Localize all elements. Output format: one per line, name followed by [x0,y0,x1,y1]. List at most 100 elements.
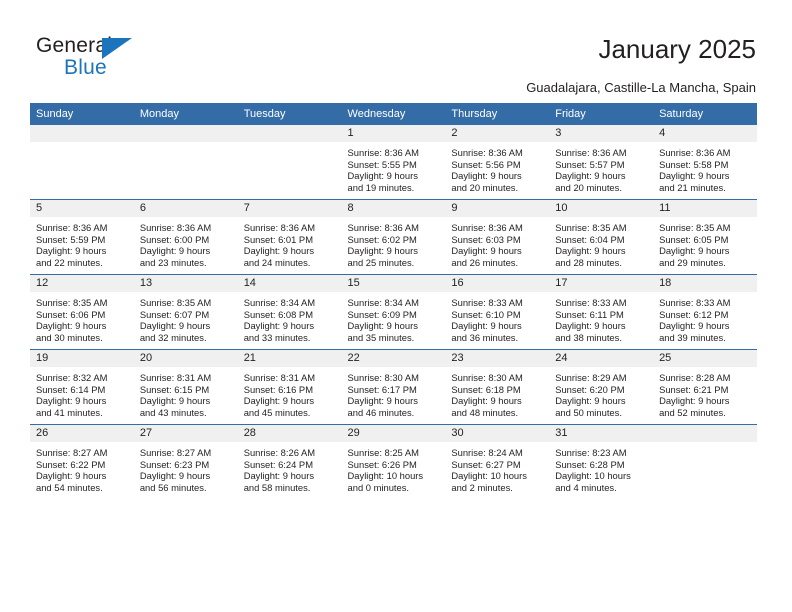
daylight-text-line2: and 2 minutes. [451,481,513,493]
day-number: 11 [653,200,757,217]
calendar-day-cell[interactable]: 21 Sunrise: 8:31 AM Sunset: 6:16 PM Dayligh… [237,349,342,425]
daylight-text-line2: and 58 minutes. [243,481,311,493]
day-cell-inner: 7 Sunrise: 8:36 AM Sunset: 6:01 PM Daylight… [237,200,342,274]
day-number: 5 [30,200,134,217]
daylight-text-line1: Daylight: 9 hours [555,320,626,332]
calendar-day-cell[interactable]: 6 Sunrise: 8:36 AM Sunset: 6:00 PM Daylight… [133,199,238,275]
calendar-header-row: Sunday Monday Tuesday Wednesday Thursday… [30,103,757,125]
general-blue-logo[interactable]: General Blue [36,34,156,82]
calendar-day-cell[interactable]: 5 Sunrise: 8:36 AM Sunset: 5:59 PM Daylight… [30,199,134,275]
sunrise-text: Sunrise: 8:29 AM [555,372,627,383]
daylight-text-line2: and 32 minutes. [139,331,207,343]
calendar-day-cell[interactable] [653,424,757,499]
sunset-text: Sunset: 6:10 PM [451,308,521,320]
day-cell-inner [133,125,238,199]
day-number: 21 [237,350,342,367]
calendar-day-cell[interactable]: 19 Sunrise: 8:32 AM Sunset: 6:14 PM Dayligh… [30,349,134,425]
daylight-text-line2: and 41 minutes. [36,406,103,418]
calendar-day-cell[interactable]: 17 Sunrise: 8:33 AM Sunset: 6:11 PM Dayligh… [549,274,654,350]
day-number: 3 [549,125,654,142]
sunset-text: Sunset: 6:18 PM [451,383,521,395]
calendar-day-cell[interactable]: 29 Sunrise: 8:25 AM Sunset: 6:26 PM Dayligh… [341,424,446,499]
day-cell-inner: 4 Sunrise: 8:36 AM Sunset: 5:58 PM Daylight… [653,125,757,199]
sunset-text: Sunset: 6:14 PM [36,383,106,395]
daylight-text-line2: and 39 minutes. [659,331,726,343]
calendar-day-cell[interactable]: 27 Sunrise: 8:27 AM Sunset: 6:23 PM Dayligh… [133,424,238,499]
daylight-text-line2: and 25 minutes. [347,256,415,268]
day-cell-inner: 10 Sunrise: 8:35 AM Sunset: 6:04 PM Dayligh… [549,200,654,274]
day-cell-inner: 1 Sunrise: 8:36 AM Sunset: 5:55 PM Daylight… [341,125,446,199]
day-number [30,125,134,142]
sunrise-text: Sunrise: 8:36 AM [347,222,419,233]
sunrise-text: Sunrise: 8:28 AM [659,372,731,383]
day-number: 19 [30,350,134,367]
day-details [238,142,342,147]
logo-text-general: General [36,34,113,57]
calendar-day-cell[interactable]: 12 Sunrise: 8:35 AM Sunset: 6:06 PM Dayligh… [30,274,134,350]
day-cell-inner: 30 Sunrise: 8:24 AM Sunset: 6:27 PM Dayligh… [445,425,550,499]
calendar-day-cell[interactable] [30,124,134,200]
daylight-text-line2: and 35 minutes. [347,331,415,343]
daylight-text-line2: and 24 minutes. [243,256,311,268]
calendar-day-cell[interactable]: 7 Sunrise: 8:36 AM Sunset: 6:01 PM Daylight… [237,199,342,275]
calendar-day-cell[interactable]: 16 Sunrise: 8:33 AM Sunset: 6:10 PM Dayligh… [445,274,550,350]
calendar-day-cell[interactable]: 23 Sunrise: 8:30 AM Sunset: 6:18 PM Dayligh… [445,349,550,425]
calendar-day-cell[interactable]: 26 Sunrise: 8:27 AM Sunset: 6:22 PM Dayligh… [30,424,134,499]
calendar-day-cell[interactable]: 1 Sunrise: 8:36 AM Sunset: 5:55 PM Daylight… [341,124,446,200]
day-number: 20 [133,350,238,367]
day-number: 4 [653,125,757,142]
sunrise-text: Sunrise: 8:26 AM [243,447,316,458]
daylight-text-line2: and 36 minutes. [451,331,519,343]
calendar-day-cell[interactable]: 9 Sunrise: 8:36 AM Sunset: 6:03 PM Daylight… [445,199,550,275]
calendar-day-cell[interactable]: 28 Sunrise: 8:26 AM Sunset: 6:24 PM Dayligh… [237,424,342,499]
day-cell-inner: 15 Sunrise: 8:34 AM Sunset: 6:09 PM Dayligh… [341,275,446,349]
calendar-day-cell[interactable]: 2 Sunrise: 8:36 AM Sunset: 5:56 PM Daylight… [445,124,550,200]
day-cell-inner: 3 Sunrise: 8:36 AM Sunset: 5:57 PM Daylight… [549,125,654,199]
calendar-week-row: 5 Sunrise: 8:36 AM Sunset: 5:59 PM Daylight… [30,199,757,275]
calendar-day-cell[interactable]: 11 Sunrise: 8:35 AM Sunset: 6:05 PM Dayligh… [653,199,757,275]
calendar-day-cell[interactable]: 24 Sunrise: 8:29 AM Sunset: 6:20 PM Dayligh… [549,349,654,425]
calendar-week-row: 26 Sunrise: 8:27 AM Sunset: 6:22 PM Dayligh… [30,424,757,499]
calendar-day-cell[interactable]: 14 Sunrise: 8:34 AM Sunset: 6:08 PM Dayligh… [237,274,342,350]
daylight-text-line1: Daylight: 9 hours [451,245,522,257]
day-number: 27 [133,425,238,442]
calendar-day-cell[interactable]: 31 Sunrise: 8:23 AM Sunset: 6:28 PM Dayligh… [549,424,654,499]
sunrise-text: Sunrise: 8:27 AM [36,447,108,458]
calendar-day-cell[interactable]: 3 Sunrise: 8:36 AM Sunset: 5:57 PM Daylight… [549,124,654,200]
calendar-day-cell[interactable]: 8 Sunrise: 8:36 AM Sunset: 6:02 PM Daylight… [341,199,446,275]
calendar-day-cell[interactable]: 30 Sunrise: 8:24 AM Sunset: 6:27 PM Dayligh… [445,424,550,499]
sunset-text: Sunset: 6:06 PM [36,308,106,320]
sunset-text: Sunset: 5:59 PM [36,233,106,245]
calendar-day-cell[interactable]: 20 Sunrise: 8:31 AM Sunset: 6:15 PM Dayligh… [133,349,238,425]
day-details: Sunrise: 8:31 AM Sunset: 6:15 PM Daylight:… [134,367,238,418]
sunrise-text: Sunrise: 8:27 AM [139,447,212,458]
calendar-day-cell[interactable]: 18 Sunrise: 8:33 AM Sunset: 6:12 PM Dayligh… [653,274,757,350]
day-cell-inner: 11 Sunrise: 8:35 AM Sunset: 6:05 PM Dayligh… [653,200,757,274]
day-details: Sunrise: 8:30 AM Sunset: 6:18 PM Daylight:… [445,367,549,418]
daylight-text-line1: Daylight: 9 hours [36,245,107,257]
calendar-day-cell[interactable]: 22 Sunrise: 8:30 AM Sunset: 6:17 PM Dayligh… [341,349,446,425]
calendar-day-cell[interactable]: 25 Sunrise: 8:28 AM Sunset: 6:21 PM Dayligh… [653,349,757,425]
calendar-day-cell[interactable]: 4 Sunrise: 8:36 AM Sunset: 5:58 PM Daylight… [653,124,757,200]
calendar-day-cell[interactable] [237,124,342,200]
daylight-text-line1: Daylight: 9 hours [347,170,418,182]
daylight-text-line1: Daylight: 10 hours [347,470,424,482]
daylight-text-line2: and 20 minutes. [451,181,519,193]
day-cell-inner: 28 Sunrise: 8:26 AM Sunset: 6:24 PM Dayligh… [237,425,342,499]
day-number: 31 [549,425,654,442]
day-details: Sunrise: 8:36 AM Sunset: 6:03 PM Daylight:… [445,217,549,268]
calendar-day-cell[interactable]: 15 Sunrise: 8:34 AM Sunset: 6:09 PM Dayligh… [341,274,446,350]
day-number: 28 [237,425,342,442]
day-cell-inner: 20 Sunrise: 8:31 AM Sunset: 6:15 PM Dayligh… [133,350,238,424]
calendar-day-cell[interactable]: 10 Sunrise: 8:35 AM Sunset: 6:04 PM Dayligh… [549,199,654,275]
calendar-day-cell[interactable] [133,124,238,200]
day-number: 24 [549,350,654,367]
calendar-day-cell[interactable]: 13 Sunrise: 8:35 AM Sunset: 6:07 PM Dayligh… [133,274,238,350]
daylight-text-line1: Daylight: 9 hours [451,395,522,407]
daylight-text-line1: Daylight: 9 hours [555,395,626,407]
day-number: 9 [445,200,550,217]
day-details: Sunrise: 8:33 AM Sunset: 6:12 PM Daylight:… [653,292,757,343]
weekday-header-wednesday: Wednesday [341,103,446,125]
day-number: 12 [30,275,134,292]
daylight-text-line1: Daylight: 9 hours [139,320,211,332]
